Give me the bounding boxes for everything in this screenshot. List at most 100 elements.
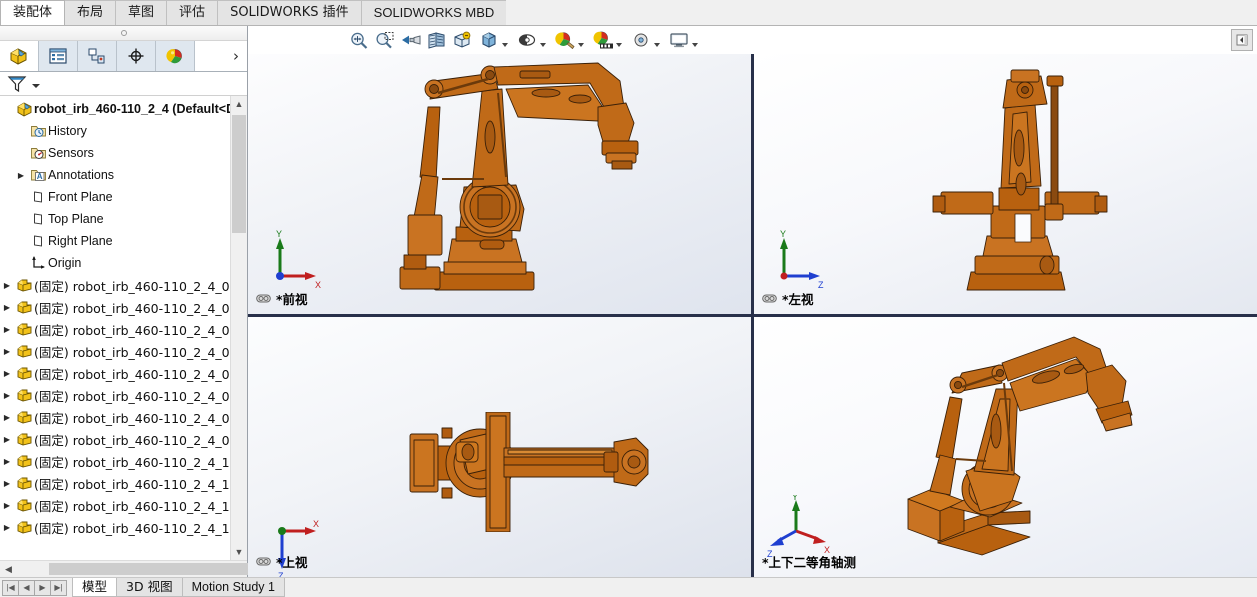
zoom-to-fit-button[interactable] xyxy=(346,27,372,53)
hide-show-items-button[interactable] xyxy=(514,27,552,53)
panel-splitter-handle[interactable] xyxy=(0,26,247,41)
tree-item[interactable]: Top Plane xyxy=(0,208,230,230)
svg-text:Z: Z xyxy=(278,571,284,577)
display-style-button[interactable] xyxy=(476,27,514,53)
feature-tree-vertical-scrollbar[interactable]: ▲ ▼ xyxy=(230,96,247,560)
filter-dropdown-caret-icon[interactable] xyxy=(32,84,40,88)
expand-arrow-icon[interactable]: ▶ xyxy=(0,391,14,400)
chevron-down-icon[interactable] xyxy=(692,42,698,47)
chevron-down-icon[interactable] xyxy=(540,42,546,47)
tree-item[interactable]: ▶ (固定) robot_irb_460-110_2_4_0 xyxy=(0,428,230,450)
tree-item[interactable]: ▶ (固定) robot_irb_460-110_2_4_1 xyxy=(0,450,230,472)
expand-arrow-icon[interactable]: ▶ xyxy=(0,281,14,290)
expand-arrow-icon[interactable]: ▶ xyxy=(0,523,14,532)
feature-manager-panel: › robot_irb_460-110_2_4 (Default<D Histor… xyxy=(0,26,271,577)
section-view-button[interactable] xyxy=(424,27,450,53)
collapse-panel-button[interactable] xyxy=(1231,29,1253,51)
zoom-to-area-button[interactable] xyxy=(372,27,398,53)
scroll-up-button[interactable]: ▲ xyxy=(231,96,247,112)
scroll-down-button[interactable]: ▼ xyxy=(231,544,247,560)
tree-item[interactable]: Sensors xyxy=(0,142,230,164)
viewport-trimetric[interactable]: Y X Z *上下二等角轴测 xyxy=(754,317,1257,577)
plane-icon xyxy=(28,233,48,249)
document-tab-1[interactable]: 3D 视图 xyxy=(116,578,183,597)
document-tab-2[interactable]: Motion Study 1 xyxy=(181,578,285,597)
tree-item[interactable]: History xyxy=(0,120,230,142)
tree-item[interactable]: ▶ A Annotations xyxy=(0,164,230,186)
tree-item[interactable]: ▶ (固定) robot_irb_460-110_2_4_0 xyxy=(0,340,230,362)
tree-item[interactable]: Origin xyxy=(0,252,230,274)
chevron-down-icon[interactable] xyxy=(578,42,584,47)
scroll-left-button[interactable]: ◀ xyxy=(0,561,17,577)
chevron-down-icon[interactable] xyxy=(616,42,622,47)
expand-arrow-icon[interactable]: ▶ xyxy=(0,303,14,312)
tree-item[interactable]: ▶ (固定) robot_irb_460-110_2_4_0 xyxy=(0,318,230,340)
configuration-manager-tab[interactable] xyxy=(78,41,117,71)
ribbon-tab-4[interactable]: SOLIDWORKS 插件 xyxy=(217,0,362,25)
tree-item[interactable]: ▶ (固定) robot_irb_460-110_2_4_0 xyxy=(0,406,230,428)
property-manager-tab[interactable] xyxy=(39,41,78,71)
viewport-top[interactable]: Z X *上视 xyxy=(248,317,751,577)
expand-arrow-icon[interactable]: ▶ xyxy=(0,457,14,466)
viewport-left[interactable]: Y Z *左视 xyxy=(754,54,1257,314)
display-pane-button[interactable] xyxy=(666,27,704,53)
tree-item-label: (固定) robot_irb_460-110_2_4_0 xyxy=(34,410,230,426)
tree-item[interactable]: ▶ (固定) robot_irb_460-110_2_4_1 xyxy=(0,516,230,538)
feature-tree[interactable]: robot_irb_460-110_2_4 (Default<D History S… xyxy=(0,96,230,560)
feature-manager-tab-overflow[interactable]: › xyxy=(195,41,247,71)
tab-nav-button-2[interactable]: ▶ xyxy=(34,579,51,596)
section-view-icon xyxy=(426,30,448,50)
expand-arrow-icon[interactable]: ▶ xyxy=(0,501,14,510)
ribbon-tab-5[interactable]: SOLIDWORKS MBD xyxy=(360,0,508,25)
chevron-down-icon[interactable] xyxy=(654,42,660,47)
edit-appearance-button[interactable] xyxy=(552,27,590,53)
feature-tree-area: robot_irb_460-110_2_4 (Default<D History S… xyxy=(0,96,247,560)
feature-tree-horizontal-scrollbar[interactable]: ◀ ▶ xyxy=(0,560,271,577)
ribbon-tab-3[interactable]: 评估 xyxy=(166,0,219,25)
feature-tree-filter-row[interactable] xyxy=(0,72,247,96)
assembly-tree-icon xyxy=(10,48,27,65)
vertical-scroll-thumb[interactable] xyxy=(232,115,246,233)
tab-nav-button-3[interactable]: ▶| xyxy=(50,579,67,596)
chevron-down-icon[interactable] xyxy=(502,42,508,47)
ribbon-tab-0[interactable]: 装配体 xyxy=(0,0,66,25)
previous-view-button[interactable] xyxy=(398,27,424,53)
svg-text:X: X xyxy=(313,519,319,529)
tree-item[interactable]: Right Plane xyxy=(0,230,230,252)
tree-item[interactable]: robot_irb_460-110_2_4 (Default<D xyxy=(0,98,230,120)
hide-show-items-icon xyxy=(516,30,538,50)
horizontal-scroll-thumb[interactable] xyxy=(49,563,271,575)
tree-item[interactable]: Front Plane xyxy=(0,186,230,208)
plane-icon xyxy=(28,189,48,205)
document-tab-0[interactable]: 模型 xyxy=(72,578,118,597)
vertical-scroll-track[interactable] xyxy=(231,112,247,544)
view-settings-button[interactable] xyxy=(628,27,666,53)
ribbon-tab-1[interactable]: 布局 xyxy=(64,0,117,25)
horizontal-scroll-track[interactable] xyxy=(17,561,271,577)
tree-item[interactable]: ▶ (固定) robot_irb_460-110_2_4_0 xyxy=(0,362,230,384)
expand-arrow-icon[interactable]: ▶ xyxy=(0,347,14,356)
feature-manager-design-tree-tab[interactable] xyxy=(0,41,39,71)
tab-nav-button-0[interactable]: |◀ xyxy=(2,579,19,596)
svg-text:Y: Y xyxy=(780,230,786,239)
ribbon-tab-2[interactable]: 草图 xyxy=(115,0,168,25)
expand-arrow-icon[interactable]: ▶ xyxy=(0,369,14,378)
expand-arrow-icon[interactable]: ▶ xyxy=(14,171,28,180)
tree-item[interactable]: ▶ (固定) robot_irb_460-110_2_4_0 xyxy=(0,274,230,296)
expand-arrow-icon[interactable]: ▶ xyxy=(0,435,14,444)
solidworks-window: 装配体 布局 草图 评估 SOLIDWORKS 插件 SOLIDWORKS MBD xyxy=(0,0,1257,597)
tree-item[interactable]: ▶ (固定) robot_irb_460-110_2_4_0 xyxy=(0,384,230,406)
expand-arrow-icon[interactable]: ▶ xyxy=(0,413,14,422)
history-folder-icon xyxy=(28,123,48,139)
tree-item[interactable]: ▶ (固定) robot_irb_460-110_2_4_1 xyxy=(0,494,230,516)
tree-item[interactable]: ▶ (固定) robot_irb_460-110_2_4_0 xyxy=(0,296,230,318)
viewport-front[interactable]: Y X *前视 xyxy=(248,54,751,314)
tree-item[interactable]: ▶ (固定) robot_irb_460-110_2_4_1 xyxy=(0,472,230,494)
apply-scene-button[interactable] xyxy=(590,27,628,53)
expand-arrow-icon[interactable]: ▶ xyxy=(0,479,14,488)
dimxpert-manager-tab[interactable] xyxy=(117,41,156,71)
tab-nav-button-1[interactable]: ◀ xyxy=(18,579,35,596)
view-orientation-button[interactable] xyxy=(450,27,476,53)
display-manager-tab[interactable] xyxy=(156,41,195,71)
expand-arrow-icon[interactable]: ▶ xyxy=(0,325,14,334)
